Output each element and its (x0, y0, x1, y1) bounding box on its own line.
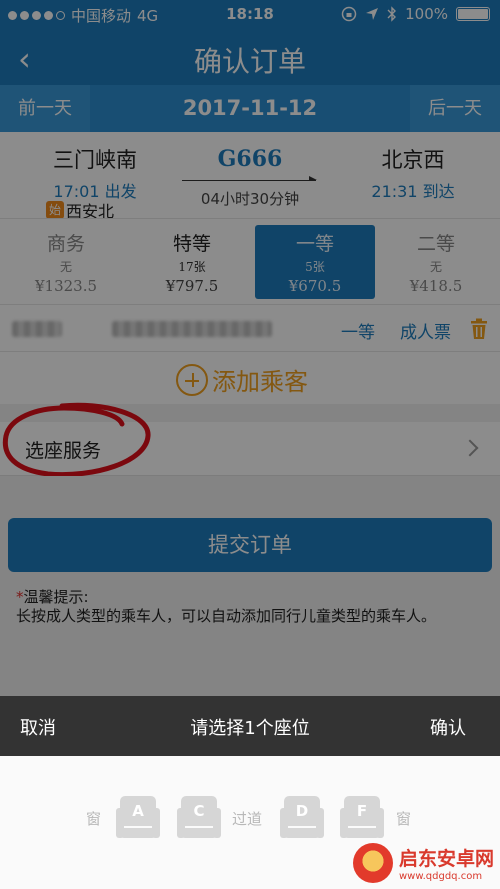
seat-f-button[interactable]: F (340, 796, 384, 838)
modal-overlay[interactable] (0, 0, 500, 696)
watermark: 启东安卓网 www.qdgdq.com (352, 843, 494, 883)
cancel-button[interactable]: 取消 (20, 714, 56, 740)
watermark-name: 启东安卓网 (398, 848, 494, 870)
confirm-button[interactable]: 确认 (430, 714, 466, 740)
window-label-left: 窗 (86, 810, 102, 828)
watermark-logo-icon (352, 843, 393, 883)
seat-letter: C (193, 802, 205, 820)
window-label-right: 窗 (396, 810, 412, 828)
seat-picker-prompt: 请选择1个座位 (190, 718, 310, 739)
seat-letter: A (132, 802, 144, 820)
seat-d-button[interactable]: D (280, 796, 324, 838)
seat-letter: D (295, 802, 309, 820)
aisle-label: 过道 (232, 810, 263, 828)
watermark-url: www.qdgdq.com (398, 871, 483, 882)
seat-picker-header: 取消 请选择1个座位 确认 (0, 696, 500, 756)
seat-a-button[interactable]: A (116, 796, 160, 838)
seat-c-button[interactable]: C (177, 796, 221, 838)
seat-letter: F (356, 802, 368, 820)
seat-picker-body: 窗 A C 过道 D F 窗 启东安卓网 www.qdgdq.com (0, 756, 500, 889)
seat-row: 窗 A C 过道 D F 窗 (0, 796, 500, 848)
watermark-text: 启东安卓网 www.qdgdq.com (399, 844, 494, 882)
